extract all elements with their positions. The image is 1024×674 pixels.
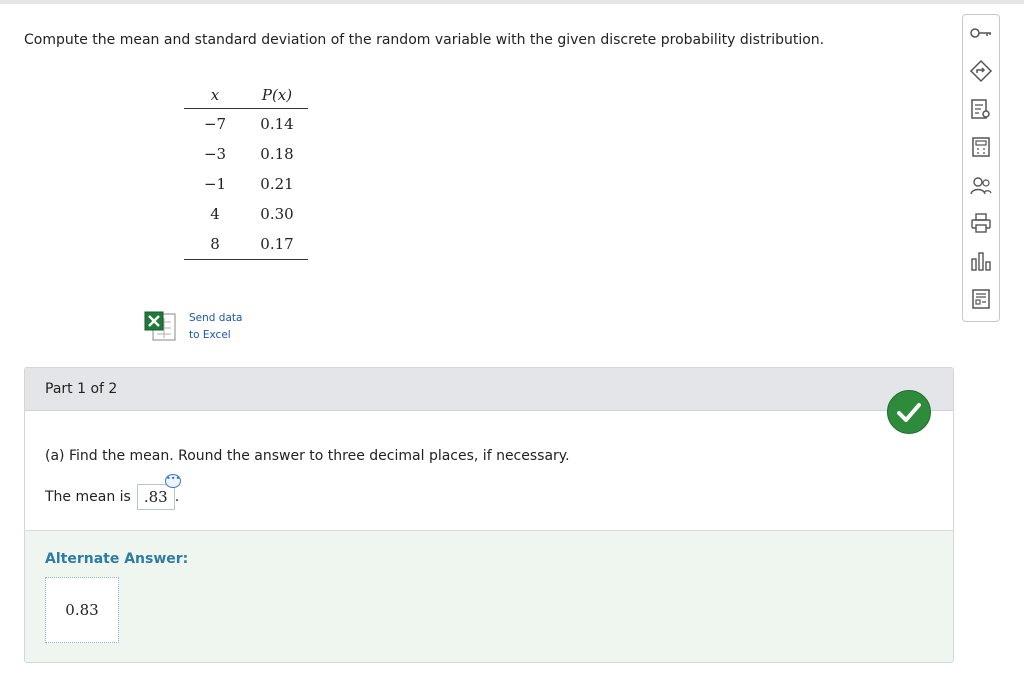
mean-label: The mean is: [45, 489, 131, 505]
excel-line-2: to Excel: [189, 329, 231, 341]
top-border: [0, 0, 1024, 4]
question-people-icon[interactable]: [967, 171, 995, 199]
excel-line-1: Send data: [189, 312, 243, 324]
table-header-row: x P(x): [184, 82, 308, 109]
mean-answer-field[interactable]: .83: [136, 484, 175, 510]
table-row: −1 0.21: [184, 169, 308, 199]
send-to-excel-link[interactable]: Send data to Excel: [143, 310, 242, 344]
table-row: 4 0.30: [184, 199, 308, 229]
distribution-table: x P(x) −7 0.14 −3 0.18 −1 0.21 4 0.30 8 …: [184, 82, 308, 260]
cell-p: 0.18: [260, 145, 294, 163]
correct-check-icon: [887, 390, 931, 434]
part-header: Part 1 of 2: [25, 368, 953, 411]
period: .: [174, 489, 180, 505]
bar-chart-icon[interactable]: [967, 247, 995, 275]
header-x: x: [210, 86, 220, 104]
document-settings-icon[interactable]: [967, 285, 995, 313]
cell-p: 0.17: [246, 229, 308, 260]
printer-icon[interactable]: [967, 209, 995, 237]
excel-icon: [143, 310, 177, 342]
alternate-answer-box: 0.83: [45, 577, 119, 643]
cell-x: 8: [184, 229, 246, 260]
alternate-answer-section: Alternate Answer: 0.83: [25, 530, 953, 662]
table-row: −7 0.14: [184, 109, 308, 140]
more-options-icon[interactable]: •••: [165, 474, 181, 488]
part-question: (a) Find the mean. Round the answer to t…: [45, 448, 570, 464]
document-search-icon[interactable]: [967, 95, 995, 123]
side-toolbar: [962, 14, 1000, 322]
table-row: −3 0.18: [184, 139, 308, 169]
key-icon[interactable]: [967, 19, 995, 47]
cell-p: 0.21: [260, 175, 294, 193]
send-to-excel-text[interactable]: Send data to Excel: [189, 310, 242, 344]
question-text: Compute the mean and standard deviation …: [24, 32, 825, 48]
cell-x: 4: [210, 205, 220, 223]
cell-p: 0.30: [260, 205, 294, 223]
header-px: P(x): [261, 86, 293, 104]
cell-x: −1: [203, 175, 227, 193]
cell-x: −3: [203, 145, 227, 163]
part-panel: Part 1 of 2 (a) Find the mean. Round the…: [24, 367, 954, 663]
alternate-answer-title: Alternate Answer:: [45, 551, 189, 567]
table-row: 8 0.17: [184, 229, 308, 260]
cell-x: −7: [203, 115, 227, 133]
calculator-icon[interactable]: [967, 133, 995, 161]
diamond-arrow-icon[interactable]: [967, 57, 995, 85]
mean-answer-line: The mean is .83 .: [45, 484, 179, 510]
cell-p: 0.14: [260, 115, 294, 133]
